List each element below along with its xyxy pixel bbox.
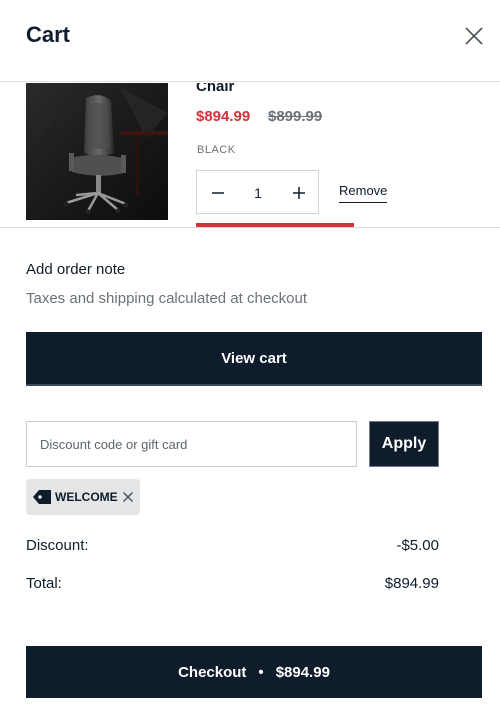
checkout-amount: $894.99 — [275, 663, 330, 681]
discount-label: Discount: — [26, 537, 89, 554]
product-variant: BLACK — [197, 144, 236, 156]
plus-icon[interactable] — [288, 182, 310, 204]
applied-discount-tag: WELCOME — [26, 479, 140, 515]
checkout-button[interactable]: Checkout • $894.99 — [26, 646, 482, 698]
remove-item-link[interactable]: Remove — [339, 183, 388, 203]
checkout-separator: • — [258, 663, 264, 681]
total-amount: $894.99 — [384, 575, 439, 592]
sale-price: $894.99 — [196, 108, 251, 125]
progress-indicator-bar — [196, 223, 354, 227]
close-icon[interactable] — [460, 22, 488, 50]
applied-code-label: WELCOME — [55, 490, 118, 504]
checkout-label: Checkout — [178, 663, 247, 681]
cart-line-item: Chair $894.99 $899.99 BLACK Remove — [0, 83, 500, 228]
minus-icon[interactable] — [207, 182, 229, 204]
tax-shipping-note: Taxes and shipping calculated at checkou… — [26, 290, 308, 307]
quantity-stepper — [196, 170, 319, 214]
product-image[interactable] — [26, 83, 168, 220]
apply-discount-button[interactable]: Apply — [369, 421, 439, 467]
view-cart-button[interactable]: View cart — [26, 332, 482, 384]
product-name[interactable]: Chair — [196, 83, 234, 95]
cart-header: Cart — [0, 0, 500, 82]
discount-amount: -$5.00 — [396, 537, 439, 554]
discount-code-input[interactable] — [26, 421, 357, 467]
quantity-input[interactable] — [235, 181, 281, 205]
add-order-note-link[interactable]: Add order note — [26, 261, 125, 278]
tag-icon — [33, 490, 51, 504]
original-price: $899.99 — [268, 108, 323, 125]
total-label: Total: — [26, 575, 62, 592]
office-chair-image — [26, 83, 168, 220]
cart-title: Cart — [26, 22, 71, 47]
close-icon[interactable] — [122, 491, 134, 503]
